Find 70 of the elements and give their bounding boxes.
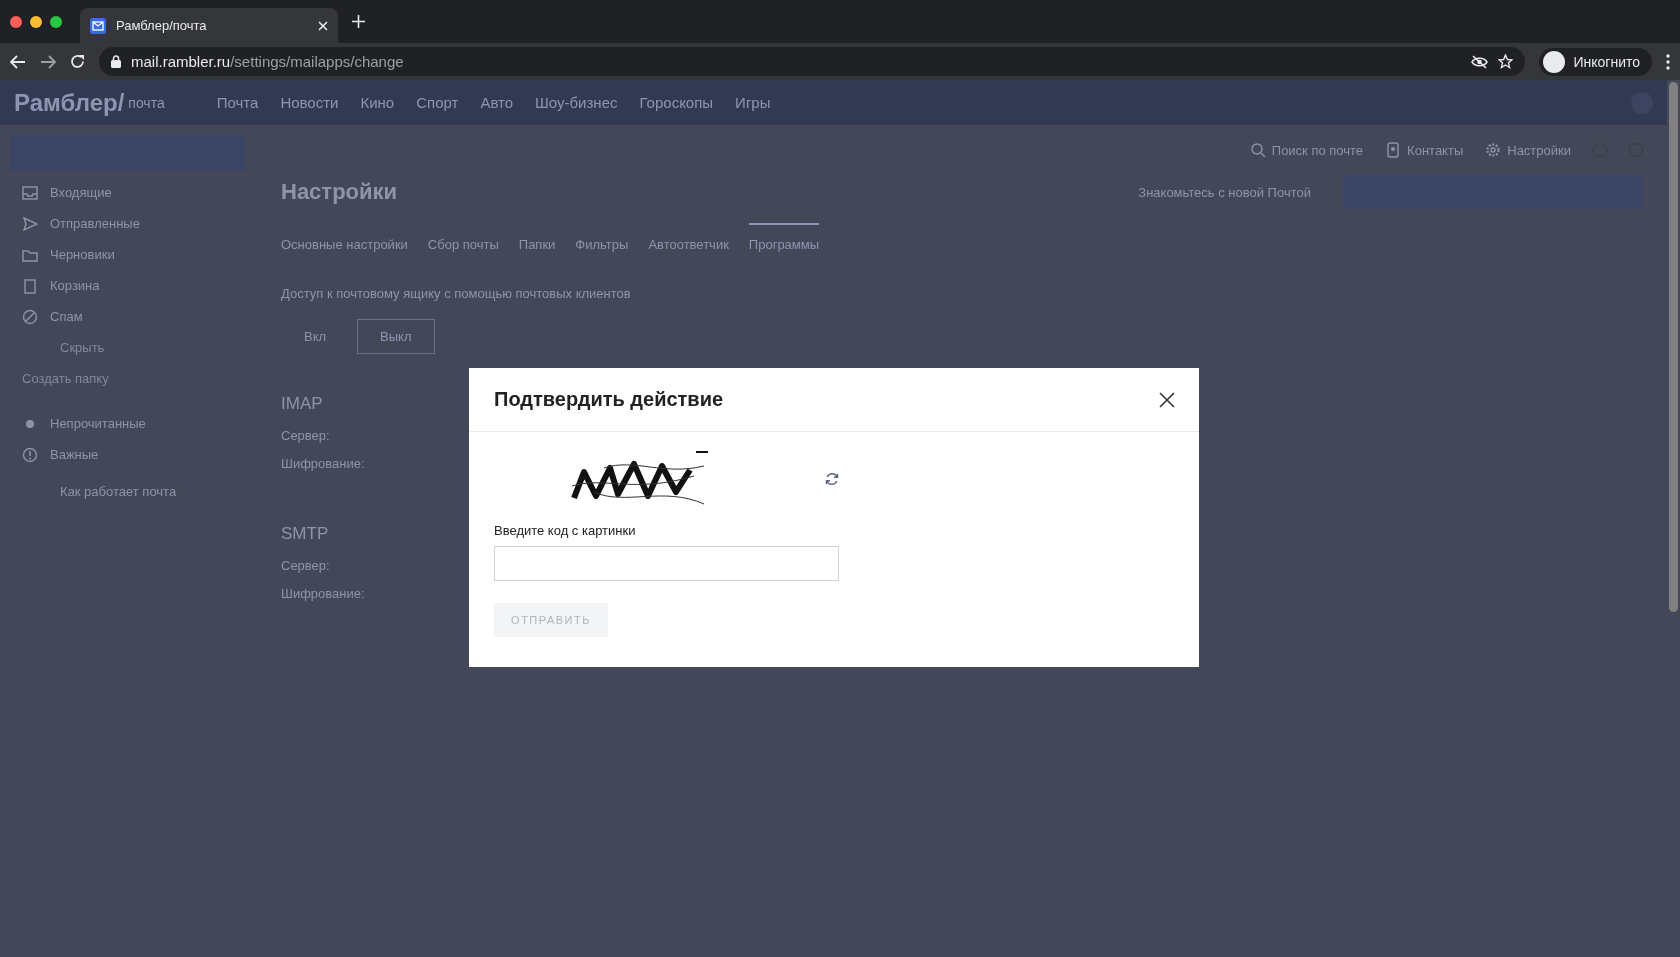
dialog-title: Подтвердить действие — [494, 388, 724, 411]
nav-link[interactable]: Спорт — [416, 94, 459, 111]
help-link[interactable]: Как работает почта — [60, 484, 177, 499]
settings-tab[interactable]: Сбор почты — [427, 223, 499, 264]
toggle-option[interactable]: Вкл — [281, 319, 350, 354]
window-control-icon[interactable] — [10, 15, 22, 28]
paper-plane-icon — [22, 215, 38, 232]
lock-icon — [111, 55, 121, 68]
exclamation-circle-icon — [22, 446, 38, 463]
description-text: Доступ к почтовому ящику с помощью почтовых клиентов — [281, 286, 631, 301]
plus-icon[interactable] — [352, 15, 365, 28]
folder-item[interactable]: Входящие — [10, 177, 245, 208]
promo-link[interactable]: Знакомьтесь с новой Почтой — [1138, 184, 1311, 200]
settings-tab[interactable]: Основные настройки — [281, 223, 408, 264]
folder-item[interactable]: Важные — [10, 439, 245, 470]
nav-link[interactable]: Гороскопы — [639, 94, 714, 111]
folder-item[interactable]: Спам — [10, 301, 245, 332]
logo-subtitle: почта — [128, 94, 165, 111]
create-folder-link[interactable]: Создать папку — [10, 363, 245, 394]
field-label: Сервер: — [281, 558, 330, 575]
trash-icon — [22, 277, 38, 294]
nav-link[interactable]: Почта — [216, 94, 259, 111]
toolbar-link[interactable]: Контакты — [1407, 142, 1464, 158]
forward-arrow-icon[interactable] — [40, 54, 56, 69]
page-title: Настройки — [281, 179, 398, 205]
nav-link[interactable]: Авто — [480, 94, 514, 111]
contacts-icon — [1385, 142, 1402, 158]
nav-link[interactable]: Шоу-бизнес — [535, 94, 618, 111]
back-arrow-icon[interactable] — [10, 54, 26, 69]
window-control-icon[interactable] — [50, 15, 62, 28]
nav-link[interactable]: Игры — [735, 94, 771, 111]
settings-tab[interactable]: Автоответчик — [648, 223, 729, 264]
toggle-option[interactable]: Выкл — [357, 319, 435, 354]
close-icon[interactable] — [1159, 391, 1175, 408]
settings-tab[interactable]: Папки — [518, 223, 556, 264]
star-icon[interactable] — [1498, 54, 1514, 69]
folder-item[interactable]: Черновики — [10, 239, 245, 270]
envelope-icon — [92, 20, 104, 31]
nav-link[interactable]: Кино — [360, 94, 395, 111]
folder-item[interactable]: Корзина — [10, 270, 245, 301]
eye-slash-icon[interactable] — [1471, 54, 1489, 69]
profile-button[interactable]: Инкогнито — [1539, 47, 1652, 76]
window-control-icon[interactable] — [30, 15, 42, 28]
folder-item[interactable]: Непрочитанные — [10, 408, 245, 439]
section-title: IMAP — [281, 394, 323, 414]
section-title: SMTP — [281, 524, 329, 544]
scrollbar[interactable] — [1669, 82, 1678, 612]
settings-tab[interactable]: Фильтры — [575, 223, 629, 264]
toolbar-link[interactable]: Поиск по почте — [1271, 142, 1364, 158]
captcha-input[interactable] — [494, 546, 839, 581]
folder-item[interactable]: Отправленные — [10, 208, 245, 239]
browser-tab[interactable]: Рамблер/почта — [80, 8, 338, 43]
nav-link[interactable]: Новости — [280, 94, 339, 111]
blocked-icon — [22, 308, 38, 325]
url-text: mail.rambler.ru/settings/mailapps/change — [131, 53, 404, 70]
search-icon — [1249, 142, 1266, 158]
field-label: Шифрование: — [281, 456, 365, 473]
hide-link[interactable]: Скрыть — [10, 332, 245, 363]
field-label: Сервер: — [281, 428, 330, 445]
field-label: Введите код с картинки — [494, 523, 637, 538]
refresh-icon[interactable] — [825, 471, 839, 486]
toolbar-link[interactable]: Настройки — [1507, 142, 1571, 158]
field-label: Шифрование: — [281, 586, 365, 603]
site-logo[interactable]: Рамблер/ — [14, 88, 125, 117]
address-bar[interactable]: mail.rambler.ru/settings/mailapps/change — [99, 47, 1526, 76]
more-menu-icon[interactable] — [1666, 53, 1670, 70]
gear-icon — [1485, 142, 1502, 158]
tray-icon — [22, 184, 38, 201]
reload-icon[interactable] — [70, 54, 85, 69]
settings-tab[interactable]: Программы — [748, 223, 820, 264]
